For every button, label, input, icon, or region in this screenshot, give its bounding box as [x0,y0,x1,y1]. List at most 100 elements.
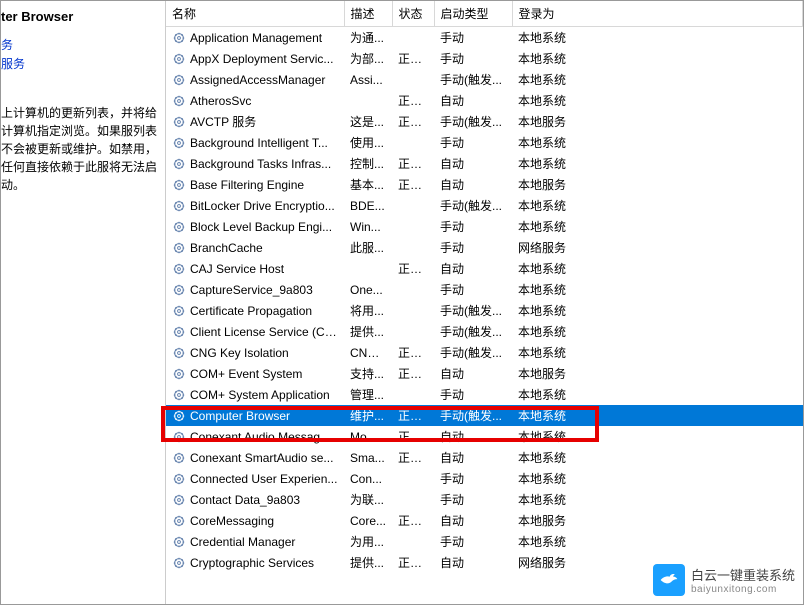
watermark-text-en: baiyunxitong.com [691,584,795,595]
table-row[interactable]: Credential Manager为用...手动本地系统 [166,531,803,552]
cell-logon: 本地系统 [512,468,803,489]
cell-status [392,300,434,321]
table-row[interactable]: AssignedAccessManagerAssi...手动(触发...本地系统 [166,69,803,90]
table-row[interactable]: Conexant Audio Messag...Mo...正在...自动本地系统 [166,426,803,447]
table-row[interactable]: AVCTP 服务这是...正在...手动(触发...本地服务 [166,111,803,132]
service-gear-icon [172,283,186,297]
cell-name: Conexant Audio Messag... [166,426,344,447]
cell-name: Contact Data_9a803 [166,489,344,510]
service-gear-icon [172,430,186,444]
cell-name: Background Tasks Infras... [166,153,344,174]
cell-status: 正在... [392,447,434,468]
cell-name-text: CAJ Service Host [190,262,284,276]
cell-name-text: Certificate Propagation [190,304,312,318]
cell-name: Conexant SmartAudio se... [166,447,344,468]
cell-name: CaptureService_9a803 [166,279,344,300]
table-row[interactable]: Conexant SmartAudio se...Sma...正在...自动本地… [166,447,803,468]
service-gear-icon [172,304,186,318]
watermark-bird-icon [653,564,685,596]
table-row[interactable]: CNG Key IsolationCNG...正在...手动(触发...本地系统 [166,342,803,363]
table-row[interactable]: Certificate Propagation将用...手动(触发...本地系统 [166,300,803,321]
cell-name-text: AppX Deployment Servic... [190,52,333,66]
col-header-logon[interactable]: 登录为 [512,1,803,27]
cell-desc: Con... [344,468,392,489]
cell-name-text: Computer Browser [190,409,290,423]
table-row[interactable]: AppX Deployment Servic...为部...正在...手动本地系… [166,48,803,69]
cell-start: 手动(触发... [434,342,512,363]
cell-name: CoreMessaging [166,510,344,531]
cell-status [392,132,434,153]
service-gear-icon [172,325,186,339]
cell-name-text: Background Tasks Infras... [190,157,331,171]
cell-desc: Sma... [344,447,392,468]
table-row[interactable]: Background Intelligent T...使用...手动本地系统 [166,132,803,153]
table-row[interactable]: Client License Service (Cli...提供...手动(触发… [166,321,803,342]
cell-name-text: Credential Manager [190,535,295,549]
service-gear-icon [172,514,186,528]
table-row[interactable]: Contact Data_9a803为联...手动本地系统 [166,489,803,510]
cell-logon: 本地系统 [512,132,803,153]
services-table[interactable]: 名称 描述 状态 启动类型 登录为 Application Management… [166,1,803,573]
cell-name-text: CNG Key Isolation [190,346,289,360]
col-header-status[interactable]: 状态 [392,1,434,27]
cell-status: 正在... [392,405,434,426]
cell-status [392,216,434,237]
cell-desc: CNG... [344,342,392,363]
table-row[interactable]: CoreMessagingCore...正在...自动本地服务 [166,510,803,531]
cell-name: Client License Service (Cli... [166,321,344,342]
cell-logon: 本地系统 [512,447,803,468]
cell-start: 手动 [434,489,512,510]
cell-desc: 将用... [344,300,392,321]
table-row[interactable]: AtherosSvc正在...自动本地系统 [166,90,803,111]
table-row[interactable]: CaptureService_9a803One...手动本地系统 [166,279,803,300]
cell-name: COM+ Event System [166,363,344,384]
table-row[interactable]: BitLocker Drive Encryptio...BDE...手动(触发.… [166,195,803,216]
table-row[interactable]: Base Filtering Engine基本...正在...自动本地服务 [166,174,803,195]
table-row[interactable]: COM+ Event System支持...正在...自动本地服务 [166,363,803,384]
cell-start: 手动 [434,531,512,552]
cell-logon: 本地服务 [512,174,803,195]
table-row[interactable]: Connected User Experien...Con...手动本地系统 [166,468,803,489]
cell-start: 自动 [434,447,512,468]
table-row[interactable]: Computer Browser维护...正在...手动(触发...本地系统 [166,405,803,426]
cell-desc: Assi... [344,69,392,90]
service-gear-icon [172,388,186,402]
col-header-name[interactable]: 名称 [166,1,344,27]
service-gear-icon [172,556,186,570]
cell-logon: 本地服务 [512,363,803,384]
cell-name-text: AssignedAccessManager [190,73,325,87]
table-row[interactable]: COM+ System Application管理...手动本地系统 [166,384,803,405]
cell-status: 正在... [392,111,434,132]
restart-service-link[interactable]: 服务 [1,55,157,72]
cell-logon: 本地系统 [512,531,803,552]
table-row[interactable]: BranchCache此服...手动网络服务 [166,237,803,258]
service-gear-icon [172,52,186,66]
col-header-desc[interactable]: 描述 [344,1,392,27]
cell-name-text: COM+ System Application [190,388,330,402]
cell-name: Application Management [166,27,344,49]
cell-name: BitLocker Drive Encryptio... [166,195,344,216]
table-row[interactable]: CAJ Service Host正在...自动本地系统 [166,258,803,279]
cell-desc: Mo... [344,426,392,447]
cell-status: 正在... [392,552,434,573]
cell-desc: 提供... [344,321,392,342]
cell-logon: 网络服务 [512,237,803,258]
cell-logon: 本地系统 [512,216,803,237]
service-gear-icon [172,367,186,381]
stop-service-link[interactable]: 务 [1,36,157,53]
service-gear-icon [172,94,186,108]
cell-logon: 本地系统 [512,342,803,363]
cell-start: 手动 [434,132,512,153]
cell-desc: Win... [344,216,392,237]
services-list-pane: 名称 描述 状态 启动类型 登录为 Application Management… [166,1,803,604]
cell-name-text: AtherosSvc [190,94,251,108]
col-header-start[interactable]: 启动类型 [434,1,512,27]
cell-name: AssignedAccessManager [166,69,344,90]
service-name-heading: ter Browser [1,7,157,34]
watermark-text-cn: 白云一键重装系统 [691,565,795,584]
table-row[interactable]: Block Level Backup Engi...Win...手动本地系统 [166,216,803,237]
table-row[interactable]: Background Tasks Infras...控制...正在...自动本地… [166,153,803,174]
table-row[interactable]: Application Management为通...手动本地系统 [166,27,803,49]
cell-desc: 控制... [344,153,392,174]
cell-start: 手动 [434,216,512,237]
